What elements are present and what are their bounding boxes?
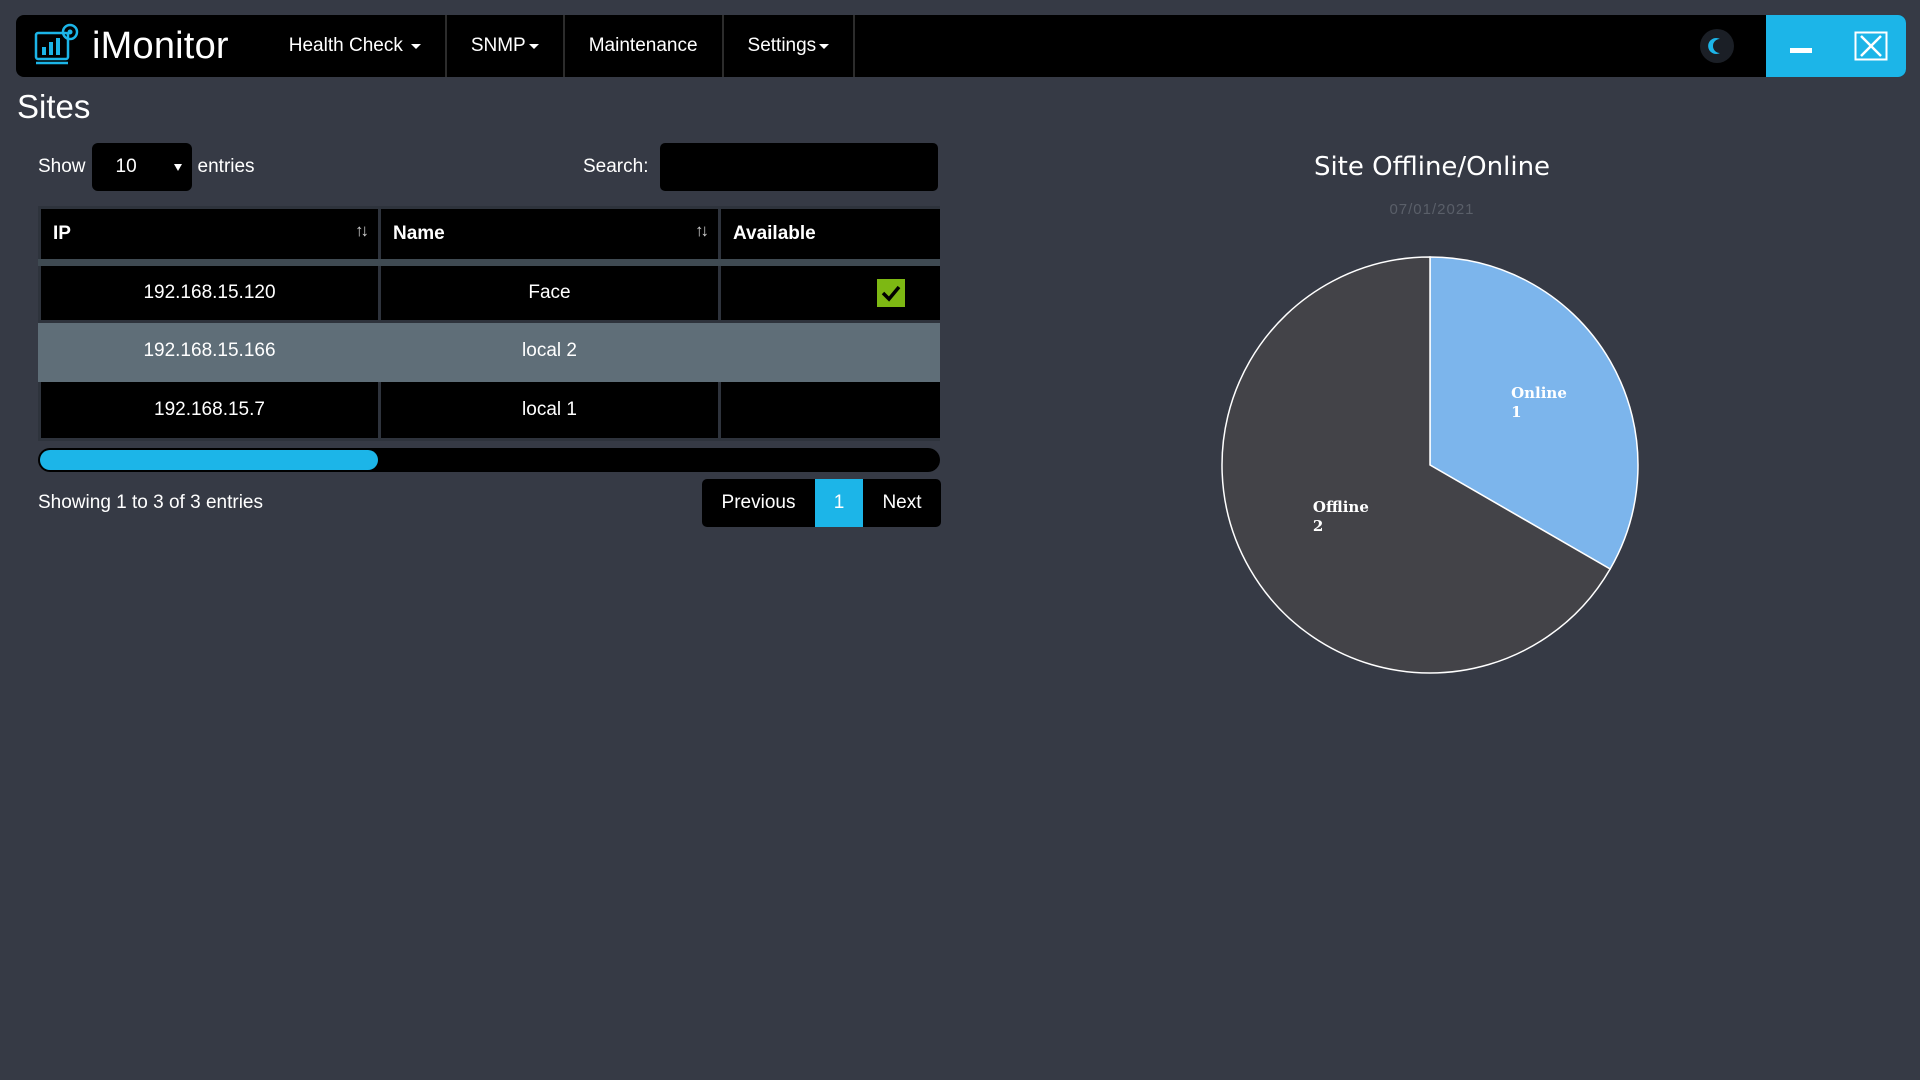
cell-name: local 1 xyxy=(378,379,721,441)
nav-health-check[interactable]: Health Check xyxy=(265,15,447,77)
entries-select-value: 10 xyxy=(115,156,137,177)
column-header-label: Available xyxy=(733,223,816,244)
sort-icon: ↑↓ xyxy=(695,221,709,240)
top-navbar: iMonitor Health Check SNMP Maintenance S… xyxy=(16,15,1906,77)
app-name: iMonitor xyxy=(92,24,229,67)
nav-snmp[interactable]: SNMP xyxy=(447,15,565,77)
column-header-label: IP xyxy=(53,223,71,244)
dropdown-arrow-icon xyxy=(173,163,182,171)
column-header-name[interactable]: Name ↑↓ xyxy=(378,206,721,266)
entries-length-control: Show 10 entries xyxy=(38,143,255,191)
table-info: Showing 1 to 3 of 3 entries xyxy=(38,492,263,513)
search-label: Search: xyxy=(583,156,649,177)
dark-mode-toggle[interactable] xyxy=(1700,29,1734,63)
column-header-ip[interactable]: IP ↑↓ xyxy=(38,206,381,266)
entries-label: entries xyxy=(197,156,255,177)
page-title: Sites xyxy=(17,88,91,125)
minimize-icon xyxy=(1790,48,1812,53)
nav-maintenance-label: Maintenance xyxy=(588,35,698,56)
scrollbar-thumb[interactable] xyxy=(40,450,378,470)
moon-icon xyxy=(1708,38,1720,54)
nav-snmp-label: SNMP xyxy=(470,35,526,56)
caret-down-icon xyxy=(528,43,539,49)
table-row[interactable]: 192.168.15.120 Face xyxy=(38,261,940,323)
table-header-row: IP ↑↓ Name ↑↓ Available xyxy=(38,206,940,266)
pagination: Previous 1 Next xyxy=(702,479,941,527)
window-controls xyxy=(1766,15,1906,77)
cell-name: local 2 xyxy=(378,320,721,382)
nav-settings[interactable]: Settings xyxy=(724,15,856,77)
table-row[interactable]: 192.168.15.166 local 2 xyxy=(38,320,940,382)
search-control: Search: xyxy=(583,143,939,191)
cell-available xyxy=(718,320,940,382)
cell-name: Face xyxy=(378,261,721,323)
close-icon xyxy=(1854,31,1888,61)
column-header-available[interactable]: Available xyxy=(718,206,940,266)
nav-settings-label: Settings xyxy=(747,35,817,56)
sort-icon: ↑↓ xyxy=(355,221,369,240)
entries-select[interactable]: 10 xyxy=(91,143,192,191)
monitor-chart-icon xyxy=(34,23,79,65)
caret-down-icon xyxy=(410,43,421,49)
nav-maintenance[interactable]: Maintenance xyxy=(565,15,724,77)
next-page-button[interactable]: Next xyxy=(863,479,941,527)
available-check-icon xyxy=(877,279,905,307)
table-row[interactable]: 192.168.15.7 local 1 xyxy=(38,379,940,441)
search-input[interactable] xyxy=(660,143,939,191)
close-button[interactable] xyxy=(1849,24,1893,68)
column-header-label: Name xyxy=(393,223,445,244)
cell-ip: 192.168.15.120 xyxy=(38,261,381,323)
brand[interactable]: iMonitor xyxy=(16,15,229,77)
show-label: Show xyxy=(38,156,86,177)
cell-available xyxy=(718,379,940,441)
chart-subtitle: 07/01/2021 xyxy=(1389,201,1475,218)
nav-health-check-label: Health Check xyxy=(288,35,403,56)
cell-available xyxy=(718,261,940,323)
sites-table-container: IP ↑↓ Name ↑↓ Available 192.168.15.120 F… xyxy=(38,206,940,446)
previous-page-button[interactable]: Previous xyxy=(702,479,815,527)
main-menu: Health Check SNMP Maintenance Settings xyxy=(265,15,856,77)
minimize-button[interactable] xyxy=(1779,24,1823,68)
cell-ip: 192.168.15.7 xyxy=(38,379,381,441)
site-status-pie-chart: Online 1Offline 2 xyxy=(1221,256,1639,674)
chart-title: Site Offline/Online xyxy=(1313,152,1551,182)
cell-ip: 192.168.15.166 xyxy=(38,320,381,382)
caret-down-icon xyxy=(819,43,830,49)
horizontal-scrollbar[interactable] xyxy=(38,448,940,472)
sites-table: IP ↑↓ Name ↑↓ Available 192.168.15.120 F… xyxy=(38,206,940,441)
page-1-button[interactable]: 1 xyxy=(815,479,863,527)
